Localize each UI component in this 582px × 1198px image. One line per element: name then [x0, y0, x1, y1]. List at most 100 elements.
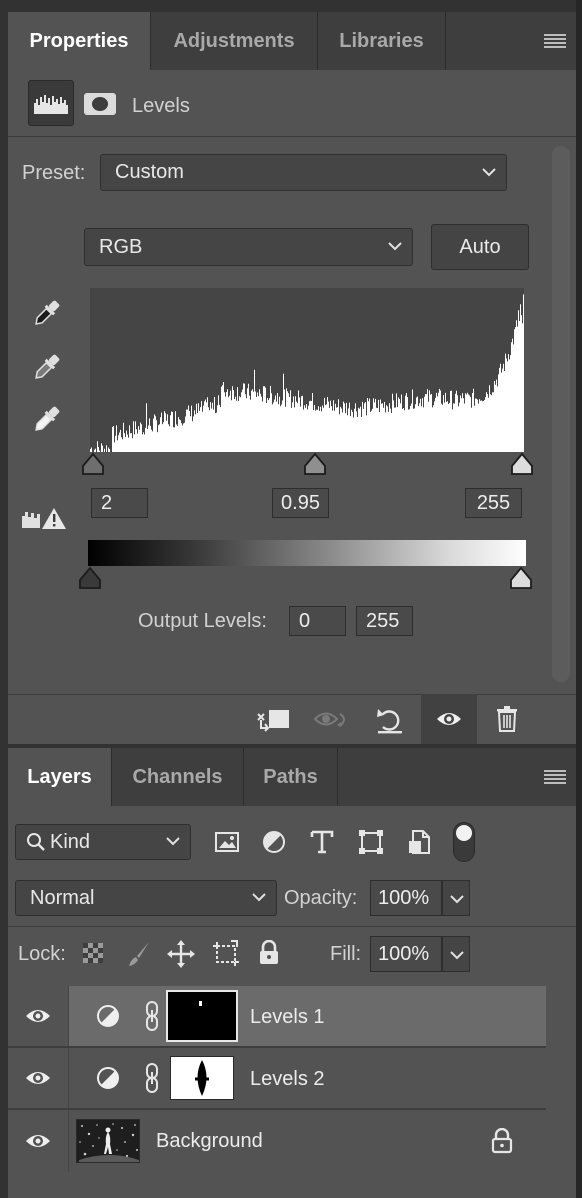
fill-label: Fill: — [330, 943, 362, 965]
layer-lock-icon — [491, 1128, 513, 1154]
panel-menu-icon[interactable] — [544, 769, 566, 785]
lock-transparent-pixels-icon[interactable] — [82, 942, 104, 964]
clip-to-layer-icon[interactable] — [255, 706, 293, 734]
layer-row[interactable]: Background — [8, 1110, 546, 1172]
histogram — [90, 288, 524, 452]
auto-button[interactable]: Auto — [431, 224, 529, 270]
visibility-cell[interactable] — [8, 1110, 68, 1172]
adjustment-layer-icon — [96, 1004, 120, 1028]
lock-position-icon[interactable] — [166, 939, 196, 969]
mask-highlight — [199, 1001, 202, 1006]
filter-toggle-switch[interactable] — [453, 822, 475, 862]
chevron-down-icon — [482, 167, 496, 177]
tab-adjustments[interactable]: Adjustments — [151, 12, 318, 70]
layer-name[interactable]: Levels 1 — [250, 1006, 325, 1029]
properties-tab-bar: Properties Adjustments Libraries — [8, 12, 576, 70]
layers-tab-bar: Layers Channels Paths — [8, 748, 576, 806]
layer-mask-thumbnail[interactable] — [170, 1056, 234, 1100]
chevron-down-icon — [166, 837, 180, 846]
tab-layers[interactable]: Layers — [8, 748, 112, 806]
preset-label: Preset: — [22, 162, 86, 184]
smart-object-filter-icon[interactable] — [407, 829, 431, 855]
input-gamma-slider-handle[interactable] — [303, 452, 327, 476]
layer-row[interactable]: Levels 1 — [8, 986, 546, 1046]
app-edge-strip — [576, 0, 582, 1198]
type-layer-filter-icon[interactable] — [310, 829, 334, 855]
divider — [8, 136, 576, 137]
eye-icon — [26, 1010, 50, 1022]
preset-value: Custom — [115, 161, 184, 183]
visibility-cell[interactable] — [8, 986, 68, 1046]
input-white-slider-handle[interactable] — [510, 452, 534, 476]
opacity-field[interactable]: 100% — [370, 880, 442, 916]
input-white-field[interactable]: 255 — [465, 488, 522, 518]
output-white-slider-handle[interactable] — [509, 566, 533, 590]
view-previous-state-icon[interactable] — [312, 706, 352, 734]
clipping-warning-icon[interactable] — [20, 504, 68, 532]
input-gamma-field[interactable]: 0.95 — [272, 488, 329, 518]
tab-channels[interactable]: Channels — [112, 748, 244, 806]
input-black-field[interactable]: 2 — [91, 488, 148, 518]
blend-mode-dropdown[interactable]: Normal — [15, 880, 277, 916]
layer-name[interactable]: Background — [156, 1130, 263, 1153]
layer-thumbnail[interactable] — [76, 1119, 140, 1163]
lock-all-icon[interactable] — [258, 940, 280, 966]
black-point-eyedropper-icon[interactable] — [28, 296, 64, 332]
fill-field[interactable]: 100% — [370, 936, 442, 972]
link-icon[interactable] — [144, 1000, 160, 1032]
visibility-toggle-button[interactable] — [421, 694, 477, 744]
levels-adjustment-icon[interactable] — [28, 80, 74, 126]
eye-icon — [26, 1135, 50, 1147]
output-white-field[interactable]: 255 — [356, 606, 413, 636]
tab-properties[interactable]: Properties — [8, 12, 151, 70]
reset-icon[interactable] — [374, 705, 406, 735]
channel-dropdown[interactable]: RGB — [84, 228, 413, 266]
gray-point-eyedropper-icon[interactable] — [28, 350, 64, 386]
preset-dropdown[interactable]: Custom — [100, 154, 507, 191]
output-black-slider-handle[interactable] — [78, 566, 102, 590]
toggle-knob — [456, 825, 472, 841]
input-black-slider-handle[interactable] — [81, 452, 105, 476]
tab-libraries[interactable]: Libraries — [318, 12, 446, 70]
mask-shape — [195, 1060, 209, 1096]
output-gradient-bar — [88, 540, 526, 566]
adjustment-layer-icon — [96, 1066, 120, 1090]
chevron-down-icon — [252, 893, 266, 902]
lock-artboard-icon[interactable] — [211, 939, 241, 969]
output-levels-label: Output Levels: — [138, 610, 267, 632]
shape-layer-filter-icon[interactable] — [358, 829, 384, 855]
divider — [8, 694, 576, 695]
layer-row[interactable]: Levels 2 — [8, 1048, 546, 1108]
filter-kind-value: Kind — [50, 830, 91, 853]
channel-value: RGB — [99, 235, 143, 258]
lock-image-pixels-icon[interactable] — [125, 940, 153, 968]
panel-menu-icon[interactable] — [544, 33, 566, 49]
search-icon — [26, 832, 46, 852]
delete-icon[interactable] — [496, 706, 518, 732]
opacity-label: Opacity: — [284, 887, 358, 909]
histogram-graph — [90, 294, 524, 452]
white-point-eyedropper-icon[interactable] — [28, 402, 64, 438]
eye-icon — [26, 1072, 50, 1084]
layer-filter-dropdown[interactable]: Kind — [15, 824, 191, 860]
pixel-layer-filter-icon[interactable] — [214, 830, 240, 854]
properties-scrollbar[interactable] — [552, 146, 570, 682]
lock-label: Lock: — [18, 943, 66, 965]
opacity-dropdown-button[interactable] — [442, 880, 470, 916]
adjustment-layer-filter-icon[interactable] — [262, 830, 286, 854]
layer-name[interactable]: Levels 2 — [250, 1068, 325, 1091]
properties-title: Levels — [132, 95, 190, 117]
divider — [68, 1048, 69, 1108]
divider — [68, 1110, 69, 1172]
visibility-cell[interactable] — [8, 1048, 68, 1108]
layer-mask-thumbnail[interactable] — [166, 990, 238, 1042]
output-black-field[interactable]: 0 — [289, 606, 346, 636]
blend-mode-value: Normal — [30, 886, 95, 909]
mask-icon[interactable] — [84, 93, 116, 115]
link-icon[interactable] — [144, 1062, 160, 1094]
tab-paths[interactable]: Paths — [244, 748, 338, 806]
fill-dropdown-button[interactable] — [442, 936, 470, 972]
background-thumbnail-image — [77, 1120, 139, 1162]
divider — [8, 926, 576, 927]
chevron-down-icon — [388, 242, 402, 251]
